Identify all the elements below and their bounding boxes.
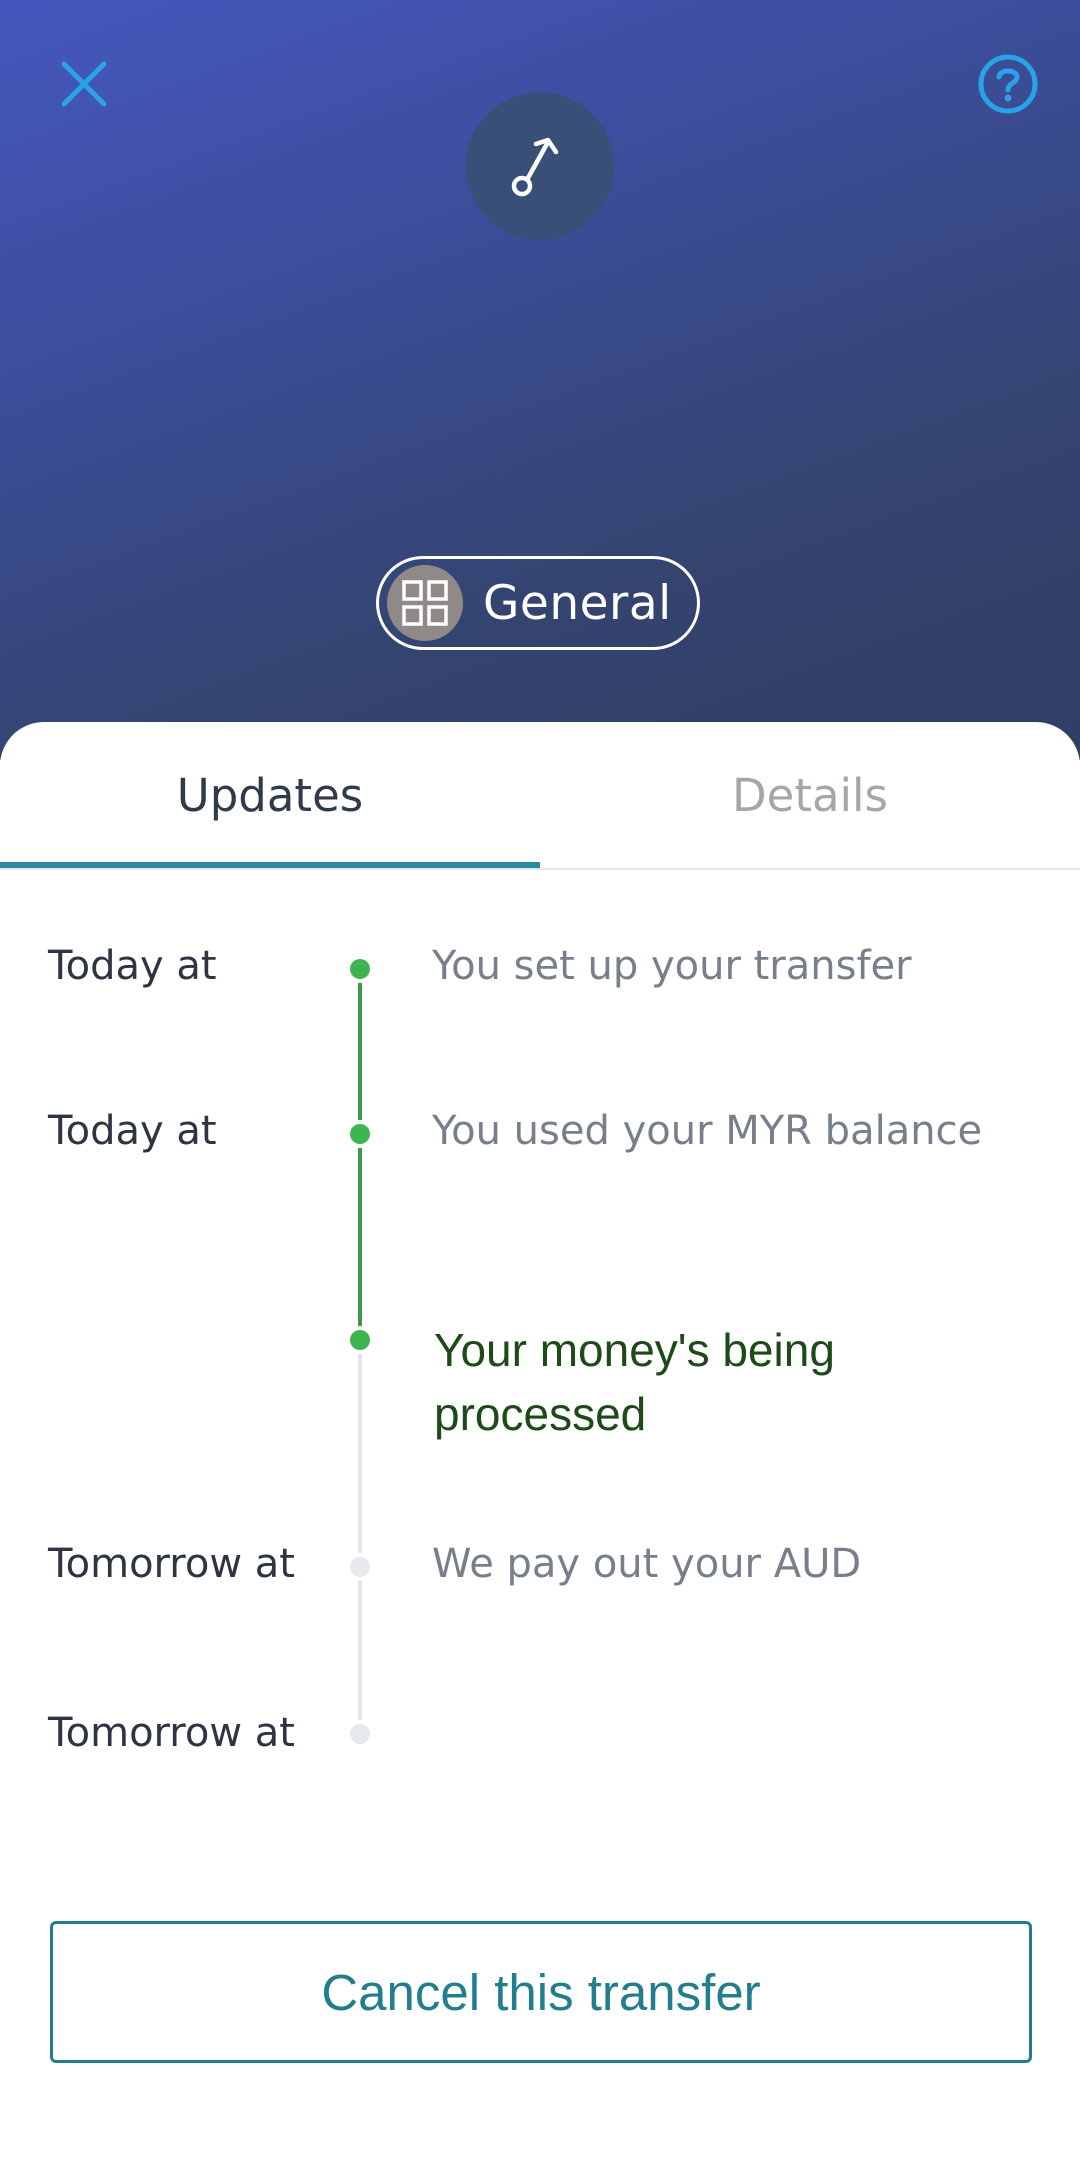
timeline-dot-1 — [350, 959, 370, 979]
help-button[interactable] — [976, 52, 1040, 116]
timeline-event-2: You used your MYR balance — [432, 1108, 983, 1154]
timeline-time-4: Tomorrow at — [48, 1541, 295, 1587]
timeline-line-pending — [358, 1339, 362, 1733]
tab-bar: Updates Details — [0, 722, 1080, 870]
active-tab-indicator — [0, 862, 540, 868]
category-pill[interactable]: General — [376, 556, 700, 650]
category-label: General — [483, 575, 672, 631]
timeline-time-5: Tomorrow at — [48, 1710, 295, 1756]
timeline-line-completed — [358, 969, 362, 1339]
timeline-dot-2 — [350, 1124, 370, 1144]
help-icon — [978, 54, 1038, 114]
tab-details[interactable]: Details — [540, 722, 1080, 868]
grid-icon — [402, 580, 448, 626]
transfer-icon-badge — [466, 92, 614, 240]
timeline-event-4: We pay out your AUD — [432, 1541, 862, 1587]
close-icon — [61, 61, 107, 107]
timeline-dot-5 — [350, 1724, 370, 1744]
tab-updates[interactable]: Updates — [0, 722, 540, 868]
timeline-dot-4 — [350, 1557, 370, 1577]
timeline-dot-3 — [350, 1330, 370, 1350]
timeline-event-current: Your money's being processed — [434, 1324, 835, 1440]
transfer-arrow-icon — [511, 137, 559, 197]
timeline-time-2: Today at — [48, 1108, 217, 1154]
timeline-event-1: You set up your transfer — [432, 943, 912, 989]
close-button[interactable] — [56, 56, 112, 112]
transfer-header: General — [0, 0, 1080, 760]
cancel-transfer-button[interactable]: Cancel this transfer — [50, 1921, 1032, 2063]
timeline-time-1: Today at — [48, 943, 217, 989]
category-badge — [387, 565, 463, 641]
